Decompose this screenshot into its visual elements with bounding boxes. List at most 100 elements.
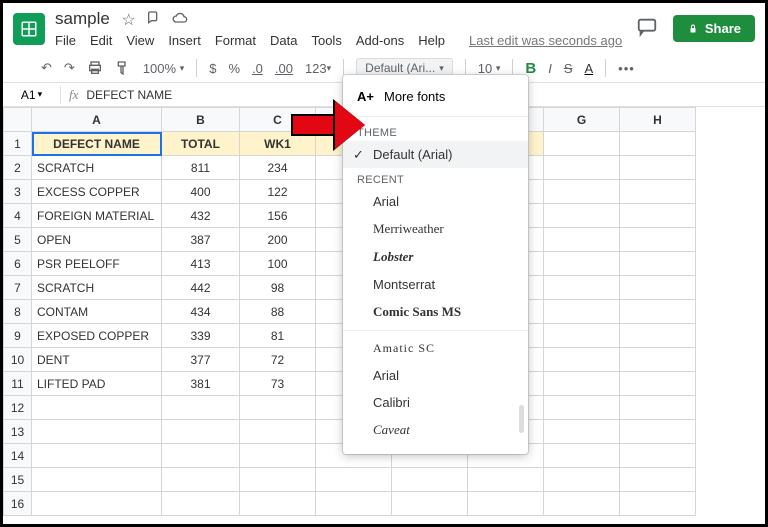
cell[interactable]	[240, 396, 316, 420]
cell[interactable]	[392, 468, 468, 492]
paint-format-icon[interactable]	[115, 60, 131, 76]
zoom-dropdown[interactable]: 100% ▾	[143, 61, 184, 76]
font-item-caveat[interactable]: Caveat	[343, 416, 528, 444]
cell[interactable]	[32, 444, 162, 468]
cell[interactable]: 811	[162, 156, 240, 180]
cell[interactable]: 387	[162, 228, 240, 252]
menu-format[interactable]: Format	[215, 33, 256, 48]
cell[interactable]	[544, 348, 620, 372]
cell[interactable]	[544, 276, 620, 300]
row-header[interactable]: 8	[4, 300, 32, 324]
cell[interactable]	[240, 468, 316, 492]
cell[interactable]	[316, 492, 392, 516]
share-button[interactable]: Share	[673, 15, 755, 42]
row-header[interactable]: 5	[4, 228, 32, 252]
col-header[interactable]: A	[32, 108, 162, 132]
cell[interactable]	[544, 300, 620, 324]
row-header[interactable]: 2	[4, 156, 32, 180]
cell[interactable]	[162, 468, 240, 492]
cell[interactable]	[620, 132, 696, 156]
cell[interactable]: 81	[240, 324, 316, 348]
cell[interactable]	[620, 204, 696, 228]
cell[interactable]: SCRATCH	[32, 276, 162, 300]
move-icon[interactable]	[146, 10, 162, 31]
cell[interactable]: 432	[162, 204, 240, 228]
cell[interactable]	[32, 492, 162, 516]
cell[interactable]	[240, 444, 316, 468]
cell[interactable]: PSR PEELOFF	[32, 252, 162, 276]
row-header[interactable]: 7	[4, 276, 32, 300]
cell[interactable]	[620, 300, 696, 324]
row-header[interactable]: 10	[4, 348, 32, 372]
cell[interactable]	[620, 492, 696, 516]
cell[interactable]	[544, 468, 620, 492]
cell[interactable]: DEFECT NAME	[32, 132, 162, 156]
cell[interactable]	[620, 276, 696, 300]
row-header[interactable]: 13	[4, 420, 32, 444]
menu-data[interactable]: Data	[270, 33, 297, 48]
text-color-button[interactable]: A	[585, 61, 594, 76]
cell[interactable]: 72	[240, 348, 316, 372]
font-size[interactable]: 10 ▾	[478, 61, 501, 76]
more-fonts-item[interactable]: A+ More fonts	[343, 81, 528, 112]
cell[interactable]	[468, 492, 544, 516]
strike-button[interactable]: S	[564, 61, 573, 76]
sheets-logo[interactable]	[13, 13, 45, 45]
cell[interactable]	[32, 420, 162, 444]
name-box[interactable]: A1▾	[3, 86, 61, 104]
row-header[interactable]: 11	[4, 372, 32, 396]
cell[interactable]	[544, 132, 620, 156]
cell[interactable]: DENT	[32, 348, 162, 372]
cell[interactable]: 381	[162, 372, 240, 396]
col-header[interactable]: B	[162, 108, 240, 132]
cell[interactable]	[316, 468, 392, 492]
menu-addons[interactable]: Add-ons	[356, 33, 404, 48]
cloud-icon[interactable]	[172, 10, 188, 31]
col-header[interactable]: H	[620, 108, 696, 132]
font-item-arial2[interactable]: Arial	[343, 362, 528, 389]
font-item-lobster[interactable]: Lobster	[343, 243, 528, 271]
cell[interactable]	[620, 252, 696, 276]
cell[interactable]	[620, 324, 696, 348]
cell[interactable]	[620, 444, 696, 468]
cell[interactable]: 88	[240, 300, 316, 324]
star-icon[interactable]: ☆	[121, 10, 135, 31]
row-header[interactable]: 14	[4, 444, 32, 468]
undo-icon[interactable]: ↶	[41, 60, 52, 76]
row-header[interactable]: 4	[4, 204, 32, 228]
cell[interactable]	[32, 396, 162, 420]
cell[interactable]: 377	[162, 348, 240, 372]
more-formats[interactable]: 123▾	[305, 61, 331, 76]
row-header[interactable]: 1	[4, 132, 32, 156]
redo-icon[interactable]: ↷	[64, 60, 75, 76]
menu-view[interactable]: View	[126, 33, 154, 48]
cell[interactable]: 73	[240, 372, 316, 396]
print-icon[interactable]	[87, 60, 103, 76]
font-item-amatic[interactable]: Amatic SC	[343, 335, 528, 362]
cell[interactable]	[162, 444, 240, 468]
cell[interactable]	[544, 204, 620, 228]
font-item-calibri[interactable]: Calibri	[343, 389, 528, 416]
font-item-montserrat[interactable]: Montserrat	[343, 271, 528, 298]
scrollbar-thumb[interactable]	[519, 405, 524, 433]
cell[interactable]	[544, 396, 620, 420]
font-item-comic-sans[interactable]: Comic Sans MS	[343, 298, 528, 326]
menu-file[interactable]: File	[55, 33, 76, 48]
row-header[interactable]: 12	[4, 396, 32, 420]
cell[interactable]	[620, 156, 696, 180]
cell[interactable]	[544, 228, 620, 252]
cell[interactable]	[620, 396, 696, 420]
cell[interactable]	[620, 180, 696, 204]
increase-decimal[interactable]: .00	[275, 61, 293, 76]
cell[interactable]	[544, 324, 620, 348]
cell[interactable]	[544, 252, 620, 276]
menu-help[interactable]: Help	[418, 33, 445, 48]
cell[interactable]	[544, 420, 620, 444]
menu-insert[interactable]: Insert	[168, 33, 201, 48]
italic-button[interactable]: I	[548, 61, 552, 76]
cell[interactable]	[240, 420, 316, 444]
font-item-arial[interactable]: Arial	[343, 188, 528, 215]
cell[interactable]: 442	[162, 276, 240, 300]
cell[interactable]: EXCESS COPPER	[32, 180, 162, 204]
cell[interactable]: 200	[240, 228, 316, 252]
